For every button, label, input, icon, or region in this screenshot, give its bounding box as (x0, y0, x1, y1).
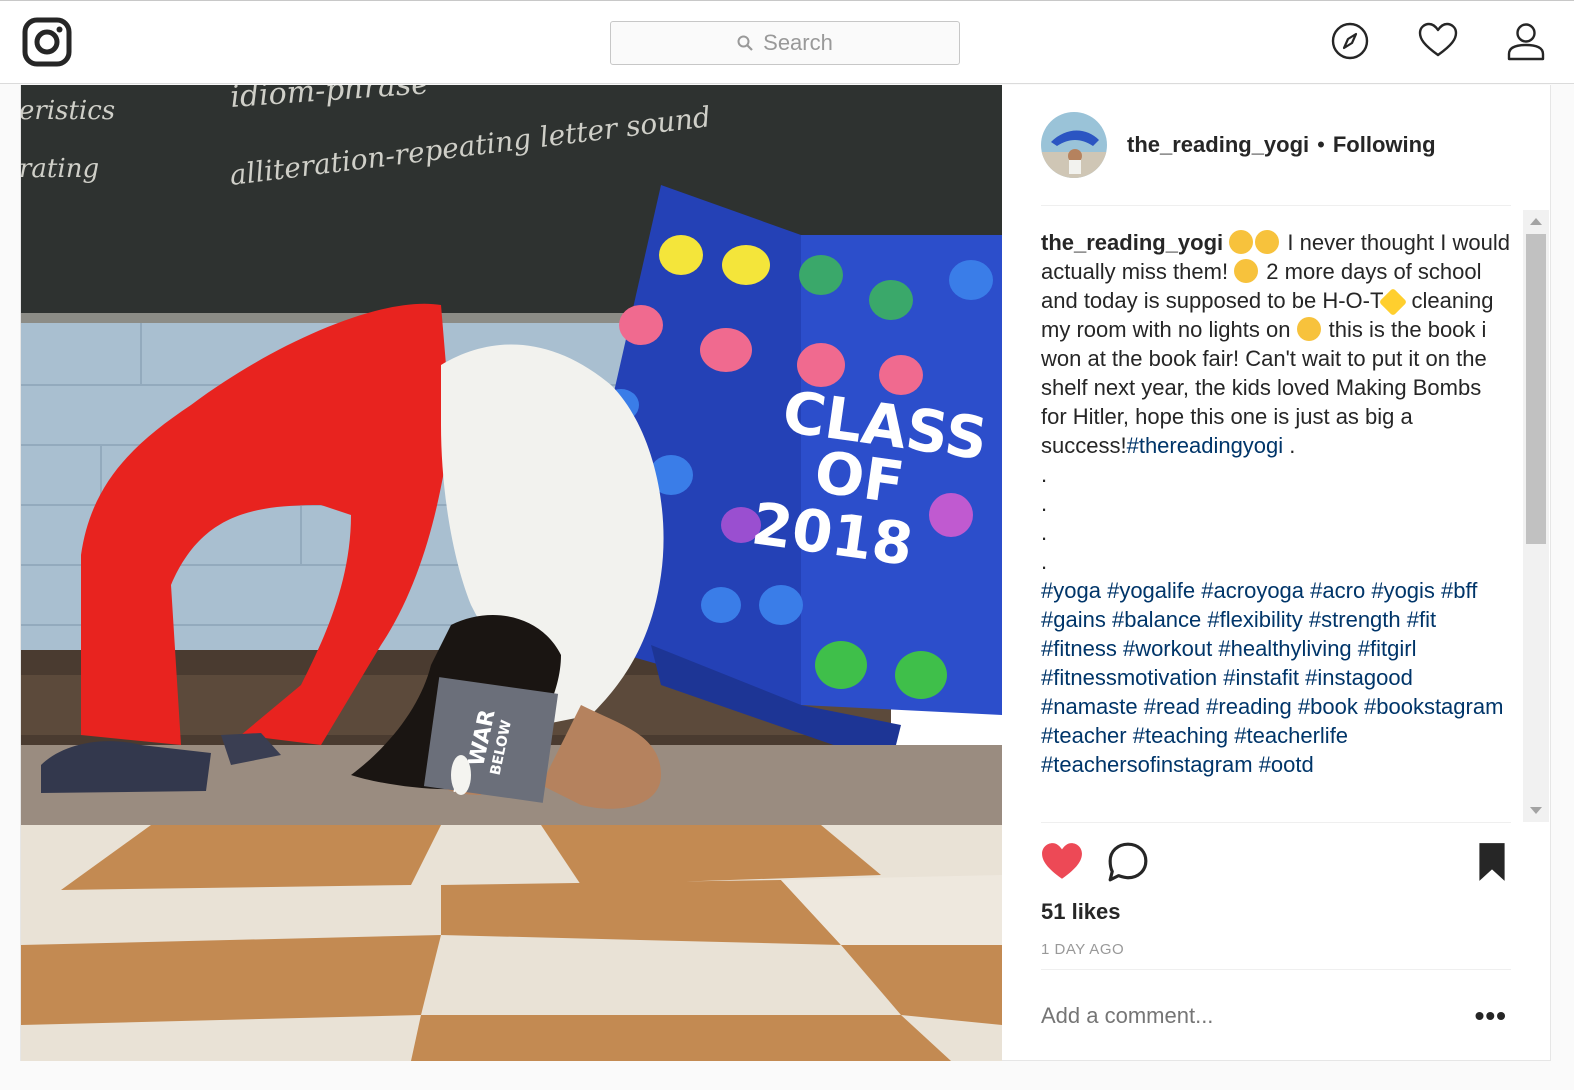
hashtag-link[interactable]: #teaching (1133, 723, 1228, 748)
post-header: the_reading_yogi • Following (1041, 85, 1511, 206)
post-photo[interactable]: idiom-phrase alliteration-repeating lett… (21, 85, 1002, 1061)
hashtag-link[interactable]: #workout (1123, 636, 1212, 661)
comment-input[interactable] (1041, 1003, 1441, 1029)
top-navbar: Search (0, 0, 1574, 84)
hashtag-list: #yoga #yogalife #acroyoga #acro #yogis #… (1041, 578, 1503, 777)
caption-dot: . (1041, 462, 1048, 487)
heart-icon[interactable] (1418, 21, 1458, 61)
sun-emoji-icon (1379, 287, 1408, 317)
caption-text: . (1283, 433, 1296, 458)
hashtag-link[interactable]: #acro (1310, 578, 1365, 603)
hashtag-link[interactable]: #fitgirl (1358, 636, 1417, 661)
hashtag-link[interactable]: #yoga (1041, 578, 1101, 603)
hashtag-link[interactable]: #instagood (1305, 665, 1413, 690)
comment-icon[interactable] (1107, 841, 1149, 883)
sunglasses-emoji-icon (1296, 317, 1321, 341)
instagram-logo-icon[interactable] (22, 17, 72, 67)
caption-dot: . (1041, 549, 1048, 574)
hashtag-link[interactable]: #fit (1407, 607, 1436, 632)
crying-emoji-icon (1255, 230, 1280, 254)
hashtag-link[interactable]: #flexibility (1207, 607, 1302, 632)
hashtag-link[interactable]: #ootd (1259, 752, 1314, 777)
search-icon (737, 35, 753, 51)
caption-dot: . (1041, 520, 1048, 545)
hashtag-link[interactable]: #teachersofinstagram (1041, 752, 1253, 777)
profile-icon[interactable] (1506, 21, 1546, 61)
hashtag-link[interactable]: #reading (1206, 694, 1292, 719)
hashtag-link[interactable]: #gains (1041, 607, 1106, 632)
crying-emoji-icon (1229, 230, 1254, 254)
scrollbar-thumb[interactable] (1526, 234, 1546, 544)
grinning-emoji-icon (1234, 259, 1259, 283)
search-box[interactable]: Search (610, 21, 960, 65)
hashtag-link[interactable]: #teacherlife (1234, 723, 1348, 748)
bookmark-icon[interactable] (1471, 841, 1513, 883)
post-card: idiom-phrase alliteration-repeating lett… (20, 85, 1551, 1061)
compass-icon[interactable] (1330, 21, 1370, 61)
hashtag-link[interactable]: #fitnessmotivation (1041, 665, 1217, 690)
caption-area[interactable]: the_reading_yogi I never thought I would… (1041, 225, 1511, 820)
heart-filled-icon[interactable] (1041, 841, 1083, 883)
hashtag-link[interactable]: #acroyoga (1201, 578, 1304, 603)
post-username[interactable]: the_reading_yogi (1127, 132, 1309, 158)
post-sidebar: the_reading_yogi • Following the_reading… (1003, 85, 1552, 1061)
scroll-down-arrow-icon[interactable] (1530, 807, 1542, 814)
hashtag-link[interactable]: #bff (1441, 578, 1477, 603)
post-actions: 51 likes 1 DAY AGO (1041, 822, 1511, 973)
hashtag-link[interactable]: #read (1144, 694, 1200, 719)
hashtag-link[interactable]: #fitness (1041, 636, 1117, 661)
hashtag-link[interactable]: #yogis (1371, 578, 1435, 603)
caption-dot: . (1041, 491, 1048, 516)
hashtag-link[interactable]: #teacher (1041, 723, 1127, 748)
timestamp[interactable]: 1 DAY AGO (1041, 941, 1124, 958)
hashtag-link[interactable]: #thereadingyogi (1127, 433, 1284, 458)
like-count[interactable]: 51 likes (1041, 899, 1121, 925)
chalk-text: eristics (21, 96, 115, 126)
hashtag-link[interactable]: #healthyliving (1218, 636, 1351, 661)
separator-dot: • (1317, 132, 1325, 157)
avatar[interactable] (1041, 112, 1107, 178)
following-button[interactable]: Following (1333, 132, 1436, 158)
hashtag-link[interactable]: #strength (1309, 607, 1401, 632)
more-options-icon[interactable]: ••• (1475, 1000, 1507, 1032)
chalk-text: rating (21, 154, 99, 184)
search-placeholder: Search (763, 30, 833, 55)
caption-scrollbar[interactable] (1523, 210, 1549, 822)
caption-username[interactable]: the_reading_yogi (1041, 230, 1223, 255)
hashtag-link[interactable]: #balance (1112, 607, 1201, 632)
hashtag-link[interactable]: #book (1298, 694, 1358, 719)
comment-bar: ••• (1041, 969, 1511, 1062)
hashtag-link[interactable]: #yogalife (1107, 578, 1195, 603)
scroll-up-arrow-icon[interactable] (1530, 218, 1542, 225)
hashtag-link[interactable]: #namaste (1041, 694, 1138, 719)
hashtag-link[interactable]: #bookstagram (1364, 694, 1503, 719)
hashtag-link[interactable]: #instafit (1223, 665, 1299, 690)
post-caption: the_reading_yogi I never thought I would… (1041, 225, 1511, 779)
